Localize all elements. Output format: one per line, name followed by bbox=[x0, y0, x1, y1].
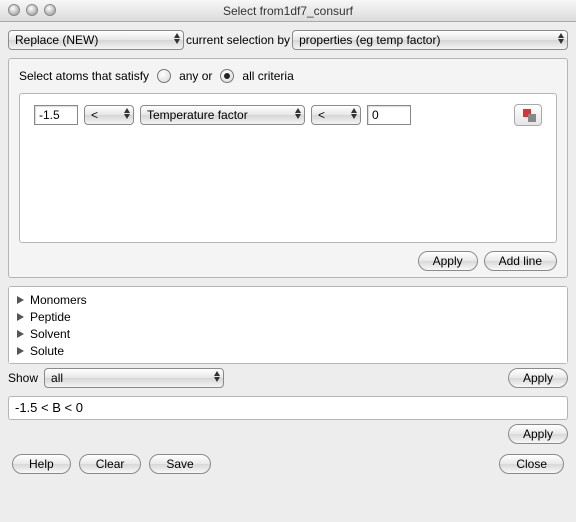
tree-item-label: Monomers bbox=[30, 293, 87, 307]
radio-any-label: any or bbox=[179, 69, 212, 83]
category-tree: Monomers Peptide Solvent Solute bbox=[9, 287, 567, 363]
window-controls bbox=[8, 4, 56, 16]
criteria-prompt: Select atoms that satisfy bbox=[19, 69, 149, 83]
tree-item[interactable]: Peptide bbox=[17, 308, 559, 325]
property-value: Temperature factor bbox=[147, 108, 248, 122]
toprow-midtext: current selection by bbox=[186, 33, 290, 47]
action-select-value: Replace (NEW) bbox=[15, 33, 98, 47]
method-select-value: properties (eg temp factor) bbox=[299, 33, 440, 47]
disclosure-triangle-icon[interactable] bbox=[17, 330, 24, 338]
tree-item-label: Solvent bbox=[30, 327, 70, 341]
method-select[interactable]: properties (eg temp factor) bbox=[292, 30, 568, 50]
disclosure-triangle-icon[interactable] bbox=[17, 296, 24, 304]
radio-all-label: all criteria bbox=[242, 69, 293, 83]
action-select[interactable]: Replace (NEW) bbox=[8, 30, 184, 50]
radio-all[interactable] bbox=[220, 69, 234, 83]
tree-item-label: Solute bbox=[30, 344, 64, 358]
op2-value: < bbox=[318, 108, 325, 122]
close-button[interactable]: Close bbox=[499, 454, 564, 474]
delete-line-icon[interactable] bbox=[514, 104, 542, 126]
splitter-grip-icon[interactable]: ⸺ bbox=[8, 278, 568, 286]
disclosure-triangle-icon[interactable] bbox=[17, 313, 24, 321]
minimize-window-icon[interactable] bbox=[26, 4, 38, 16]
value-high-input[interactable] bbox=[367, 105, 411, 125]
op1-select[interactable]: < bbox=[84, 105, 134, 125]
clear-button[interactable]: Clear bbox=[79, 454, 142, 474]
show-select-value: all bbox=[51, 371, 63, 385]
save-button[interactable]: Save bbox=[149, 454, 210, 474]
criteria-apply-button[interactable]: Apply bbox=[418, 251, 478, 271]
property-select[interactable]: Temperature factor bbox=[140, 105, 305, 125]
show-select[interactable]: all bbox=[44, 368, 224, 388]
close-window-icon[interactable] bbox=[8, 4, 20, 16]
tree-item-label: Peptide bbox=[30, 310, 71, 324]
show-label: Show bbox=[8, 371, 38, 385]
tree-item[interactable]: Solvent bbox=[17, 325, 559, 342]
expression-apply-button[interactable]: Apply bbox=[508, 424, 568, 444]
add-line-button[interactable]: Add line bbox=[484, 251, 557, 271]
expression-text[interactable]: -1.5 < B < 0 bbox=[15, 400, 83, 415]
window-title: Select from1df7_consurf bbox=[223, 4, 353, 18]
show-apply-button[interactable]: Apply bbox=[508, 368, 568, 388]
tree-item[interactable]: Monomers bbox=[17, 291, 559, 308]
disclosure-triangle-icon[interactable] bbox=[17, 347, 24, 355]
zoom-window-icon[interactable] bbox=[44, 4, 56, 16]
splitter-grip-icon[interactable]: ⸺ bbox=[8, 388, 568, 396]
help-button[interactable]: Help bbox=[12, 454, 71, 474]
op2-select[interactable]: < bbox=[311, 105, 361, 125]
titlebar: Select from1df7_consurf bbox=[0, 0, 576, 22]
op1-value: < bbox=[91, 108, 98, 122]
tree-item[interactable]: Solute bbox=[17, 342, 559, 359]
value-low-input[interactable] bbox=[34, 105, 78, 125]
radio-any[interactable] bbox=[157, 69, 171, 83]
